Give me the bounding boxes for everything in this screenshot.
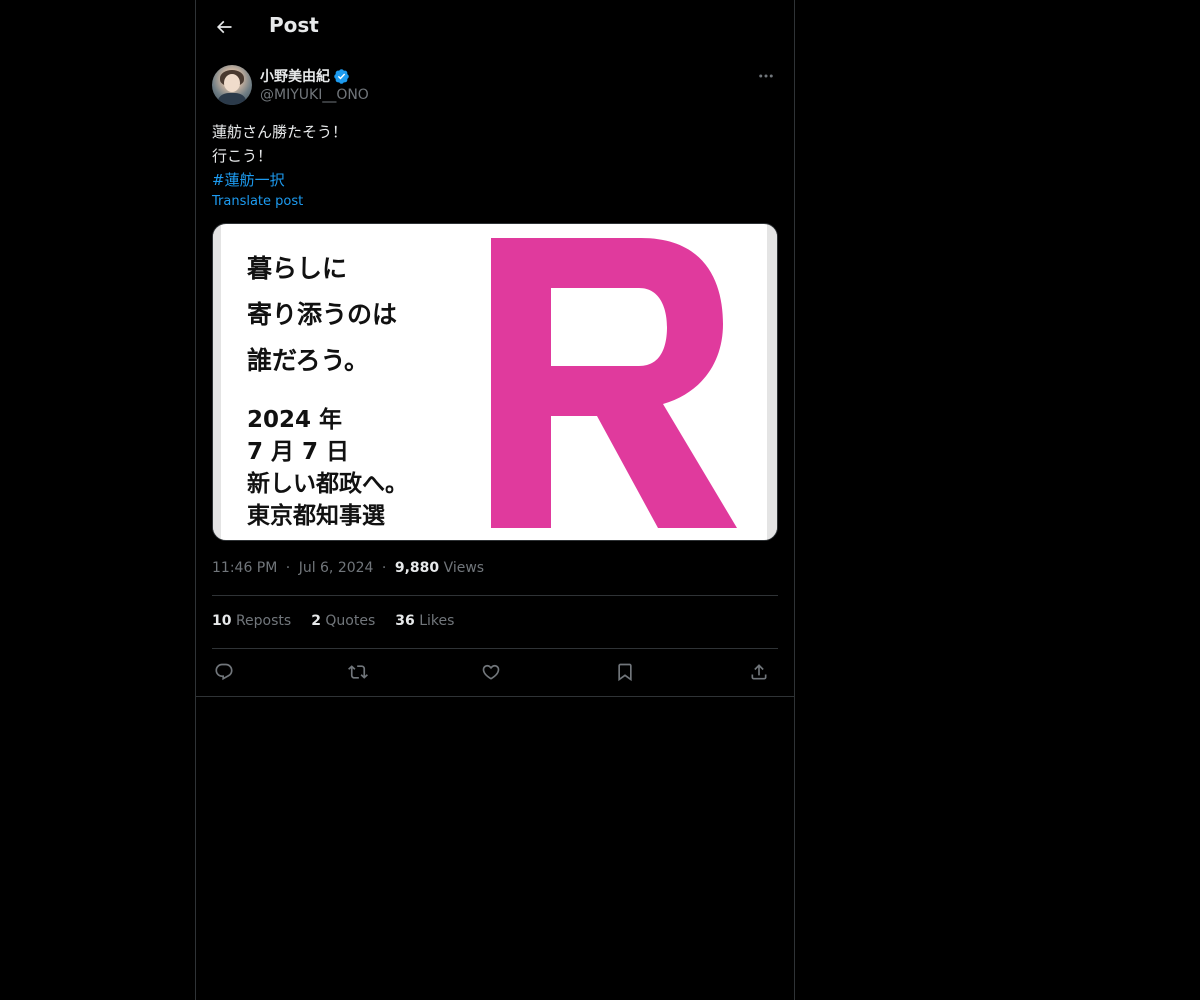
verified-badge-icon — [334, 68, 349, 84]
likes-label: Likes — [419, 613, 455, 629]
separator-dot: · — [285, 560, 291, 576]
separator-dot: · — [381, 560, 387, 576]
reposts-count: 10 — [212, 613, 232, 629]
divider — [212, 648, 778, 649]
repost-icon — [348, 665, 368, 679]
post-column: Post 小野美由紀 @MIYUKI__ONO 蓮舫さん勝たそう！ 行こう！ # — [195, 0, 795, 1000]
share-icon — [751, 664, 767, 680]
post-meta: 11:46 PM · Jul 6, 2024 · 9,880 Views — [212, 560, 484, 576]
tweet-line: 行こう！ — [212, 147, 273, 165]
reply-icon — [215, 663, 233, 681]
image-text-line: 2024 年 — [247, 407, 343, 433]
likes-stat[interactable]: 36 Likes — [395, 613, 454, 629]
tweet-line: 蓮舫さん勝たそう！ — [212, 123, 348, 141]
arrow-left-icon — [216, 20, 232, 34]
bookmark-icon — [618, 663, 632, 682]
tweet-text: 蓮舫さん勝たそう！ 行こう！ #蓮舫一択 — [212, 120, 347, 192]
post-date[interactable]: Jul 6, 2024 — [299, 560, 374, 576]
reposts-label: Reposts — [235, 613, 292, 629]
author-name-container[interactable]: 小野美由紀 — [260, 66, 350, 86]
bookmark-button[interactable] — [613, 660, 637, 684]
heart-icon — [482, 664, 500, 680]
quotes-label: Quotes — [325, 613, 376, 629]
image-text-line: 暮らしに — [247, 254, 348, 283]
image-text-block: 2024 年 7 月 7 日 新しい都政へ。 東京都知事選 — [247, 404, 408, 532]
engagement-stats: 10 Reposts 2 Quotes 36 Likes — [212, 613, 454, 629]
hashtag-link[interactable]: #蓮舫一択 — [212, 168, 347, 192]
more-options-button[interactable] — [754, 66, 778, 86]
translate-post-link[interactable]: Translate post — [212, 194, 303, 209]
quotes-count: 2 — [311, 613, 321, 629]
image-text-line: 東京都知事選 — [247, 503, 385, 529]
avatar[interactable] — [212, 65, 252, 105]
post-time[interactable]: 11:46 PM — [212, 560, 277, 576]
page-title: Post — [269, 13, 319, 37]
divider — [212, 595, 778, 596]
like-button[interactable] — [479, 660, 503, 684]
author-display-name[interactable]: 小野美由紀 — [260, 66, 330, 86]
image-text-line: 寄り添うのは — [247, 300, 398, 329]
author-row: 小野美由紀 @MIYUKI__ONO — [212, 64, 778, 106]
image-text-line: 誰だろう。 — [247, 346, 370, 375]
back-button[interactable] — [212, 15, 236, 39]
likes-count: 36 — [395, 613, 415, 629]
post-image[interactable]: 暮らしに 寄り添うのは 誰だろう。 2024 年 7 月 7 日 新しい都政へ。… — [212, 223, 778, 541]
reposts-stat[interactable]: 10 Reposts — [212, 613, 291, 629]
share-button[interactable] — [747, 660, 771, 684]
image-text-line: 7 月 7 日 — [247, 439, 350, 465]
top-bar: Post — [196, 0, 794, 54]
reply-button[interactable] — [212, 660, 236, 684]
views-count: 9,880 — [394, 560, 440, 576]
r-logo — [491, 238, 737, 528]
image-text-block: 暮らしに 寄り添うのは 誰だろう。 — [247, 246, 397, 384]
author-handle[interactable]: @MIYUKI__ONO — [260, 87, 369, 103]
more-icon — [759, 74, 773, 78]
views-label: Views — [443, 560, 485, 576]
action-bar — [212, 660, 778, 684]
repost-button[interactable] — [346, 660, 370, 684]
quotes-stat[interactable]: 2 Quotes — [311, 613, 375, 629]
image-text-line: 新しい都政へ。 — [247, 471, 408, 497]
divider — [196, 696, 794, 697]
